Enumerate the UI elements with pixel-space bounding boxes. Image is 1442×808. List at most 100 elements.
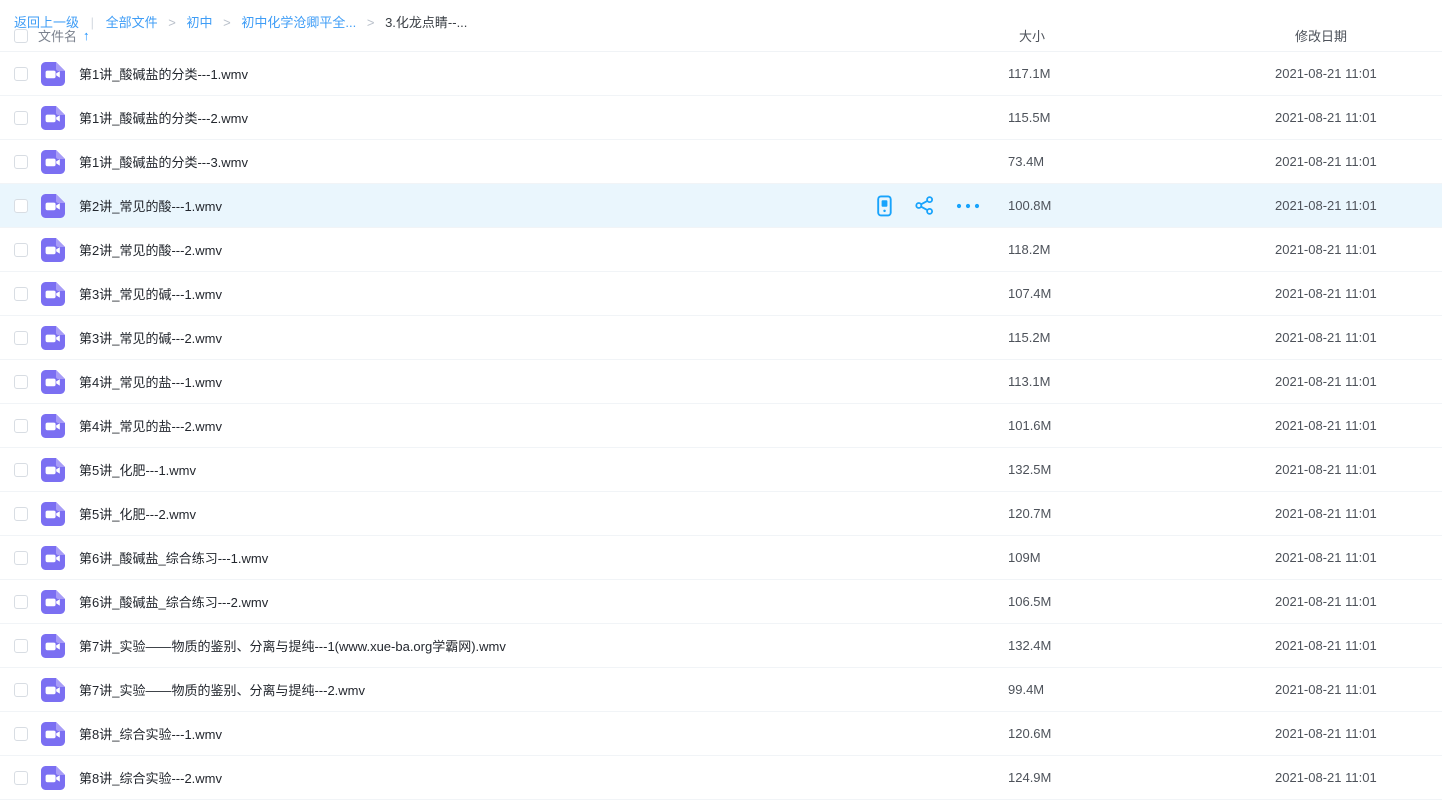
file-size: 113.1M — [1008, 374, 1050, 389]
file-size: 117.1M — [1008, 66, 1050, 81]
file-name[interactable]: 第6讲_酸碱盐_综合练习---1.wmv — [79, 548, 268, 567]
row-checkbox[interactable] — [14, 727, 28, 741]
column-header-size[interactable]: 大小 — [1019, 29, 1045, 44]
file-size: 109M — [1008, 550, 1041, 565]
file-size: 100.8M — [1008, 198, 1051, 213]
row-checkbox[interactable] — [14, 419, 28, 433]
row-actions — [854, 195, 980, 217]
file-name[interactable]: 第3讲_常见的碱---2.wmv — [79, 328, 222, 347]
table-row[interactable]: 第4讲_常见的盐---1.wmv — [0, 360, 1442, 404]
video-file-icon — [41, 414, 65, 438]
file-size: 115.5M — [1008, 110, 1050, 125]
row-checkbox[interactable] — [14, 375, 28, 389]
row-checkbox[interactable] — [14, 155, 28, 169]
row-checkbox[interactable] — [14, 243, 28, 257]
table-row[interactable]: 第1讲_酸碱盐的分类---2.wmv — [0, 96, 1442, 140]
file-name[interactable]: 第6讲_酸碱盐_综合练习---2.wmv — [79, 592, 268, 611]
file-size: 124.9M — [1008, 770, 1051, 785]
breadcrumb-link-all-files[interactable]: 全部文件 — [106, 15, 158, 30]
file-modified: 2021-08-21 11:01 — [1275, 110, 1377, 125]
file-name[interactable]: 第4讲_常见的盐---1.wmv — [79, 372, 222, 391]
file-size: 106.5M — [1008, 594, 1051, 609]
file-name[interactable]: 第2讲_常见的酸---2.wmv — [79, 240, 222, 259]
file-modified: 2021-08-21 11:01 — [1275, 594, 1377, 609]
file-name[interactable]: 第8讲_综合实验---1.wmv — [79, 724, 222, 743]
file-size: 120.6M — [1008, 726, 1051, 741]
row-checkbox[interactable] — [14, 67, 28, 81]
table-row[interactable]: 第5讲_化肥---1.wmv — [0, 448, 1442, 492]
row-checkbox[interactable] — [14, 287, 28, 301]
breadcrumb: 返回上一级 | 全部文件 > 初中 > 初中化学沧卿平全... > 3.化龙点睛… — [14, 15, 467, 30]
file-modified: 2021-08-21 11:01 — [1275, 286, 1377, 301]
column-header-modified[interactable]: 修改日期 — [1295, 29, 1347, 44]
row-checkbox[interactable] — [14, 463, 28, 477]
file-name[interactable]: 第3讲_常见的碱---1.wmv — [79, 284, 222, 303]
file-modified: 2021-08-21 11:01 — [1275, 550, 1377, 565]
file-name[interactable]: 第1讲_酸碱盐的分类---1.wmv — [79, 64, 248, 83]
table-row[interactable]: 第1讲_酸碱盐的分类---3.wmv — [0, 140, 1442, 184]
row-checkbox[interactable] — [14, 771, 28, 785]
table-row[interactable]: 第7讲_实验——物质的鉴别、分离与提纯---2.wmv — [0, 668, 1442, 712]
file-modified: 2021-08-21 11:01 — [1275, 462, 1377, 477]
file-modified: 2021-08-21 11:01 — [1275, 506, 1377, 521]
video-file-icon — [41, 326, 65, 350]
table-row[interactable]: 第5讲_化肥---2.wmv — [0, 492, 1442, 536]
file-modified: 2021-08-21 11:01 — [1275, 330, 1377, 345]
video-file-icon — [41, 458, 65, 482]
table-row[interactable]: 第3讲_常见的碱---2.wmv — [0, 316, 1442, 360]
table-row[interactable]: 第8讲_综合实验---2.wmv — [0, 756, 1442, 800]
sort-ascending-icon[interactable]: ↑ — [83, 28, 90, 43]
file-name[interactable]: 第4讲_常见的盐---2.wmv — [79, 416, 222, 435]
table-row[interactable]: 第2讲_常见的酸---1.wmv — [0, 184, 1442, 228]
row-checkbox[interactable] — [14, 683, 28, 697]
video-file-icon — [41, 106, 65, 130]
row-checkbox[interactable] — [14, 551, 28, 565]
row-checkbox[interactable] — [14, 507, 28, 521]
file-size: 115.2M — [1008, 330, 1050, 345]
more-icon[interactable] — [956, 203, 980, 209]
table-row[interactable]: 第4讲_常见的盐---2.wmv — [0, 404, 1442, 448]
file-modified: 2021-08-21 11:01 — [1275, 242, 1377, 257]
file-name[interactable]: 第7讲_实验——物质的鉴别、分离与提纯---1(www.xue-ba.org学霸… — [79, 636, 506, 655]
file-name[interactable]: 第1讲_酸碱盐的分类---3.wmv — [79, 152, 248, 171]
file-name[interactable]: 第2讲_常见的酸---1.wmv — [79, 196, 222, 215]
send-to-device-icon[interactable] — [876, 195, 893, 217]
row-checkbox[interactable] — [14, 331, 28, 345]
breadcrumb-link-junior[interactable]: 初中 — [187, 15, 213, 30]
video-file-icon — [41, 194, 65, 218]
file-size: 132.5M — [1008, 462, 1051, 477]
table-row[interactable]: 第7讲_实验——物质的鉴别、分离与提纯---1(www.xue-ba.org学霸… — [0, 624, 1442, 668]
file-modified: 2021-08-21 11:01 — [1275, 682, 1377, 697]
table-row[interactable]: 第2讲_常见的酸---2.wmv — [0, 228, 1442, 272]
breadcrumb-back-link[interactable]: 返回上一级 — [14, 15, 79, 30]
breadcrumb-separator: > — [223, 15, 231, 30]
table-row[interactable]: 第8讲_综合实验---1.wmv — [0, 712, 1442, 756]
video-file-icon — [41, 766, 65, 790]
breadcrumb-link-chemistry-course[interactable]: 初中化学沧卿平全... — [241, 15, 356, 30]
file-name[interactable]: 第5讲_化肥---1.wmv — [79, 460, 196, 479]
video-file-icon — [41, 546, 65, 570]
file-name[interactable]: 第7讲_实验——物质的鉴别、分离与提纯---2.wmv — [79, 680, 365, 699]
breadcrumb-separator: > — [367, 15, 375, 30]
select-all-checkbox[interactable] — [14, 29, 28, 43]
video-file-icon — [41, 150, 65, 174]
table-row[interactable]: 第3讲_常见的碱---1.wmv — [0, 272, 1442, 316]
video-file-icon — [41, 590, 65, 614]
row-checkbox[interactable] — [14, 199, 28, 213]
file-name[interactable]: 第5讲_化肥---2.wmv — [79, 504, 196, 523]
share-icon[interactable] — [915, 196, 934, 215]
row-checkbox[interactable] — [14, 639, 28, 653]
table-row[interactable]: 第1讲_酸碱盐的分类---1.wmv — [0, 52, 1442, 96]
file-name[interactable]: 第1讲_酸碱盐的分类---2.wmv — [79, 108, 248, 127]
row-checkbox[interactable] — [14, 595, 28, 609]
file-name[interactable]: 第8讲_综合实验---2.wmv — [79, 768, 222, 787]
file-size: 132.4M — [1008, 638, 1051, 653]
video-file-icon — [41, 62, 65, 86]
file-size: 101.6M — [1008, 418, 1051, 433]
breadcrumb-current-folder: 3.化龙点睛--... — [385, 15, 467, 30]
table-row[interactable]: 第6讲_酸碱盐_综合练习---1.wmv — [0, 536, 1442, 580]
table-row[interactable]: 第6讲_酸碱盐_综合练习---2.wmv — [0, 580, 1442, 624]
file-modified: 2021-08-21 11:01 — [1275, 198, 1377, 213]
video-file-icon — [41, 722, 65, 746]
row-checkbox[interactable] — [14, 111, 28, 125]
